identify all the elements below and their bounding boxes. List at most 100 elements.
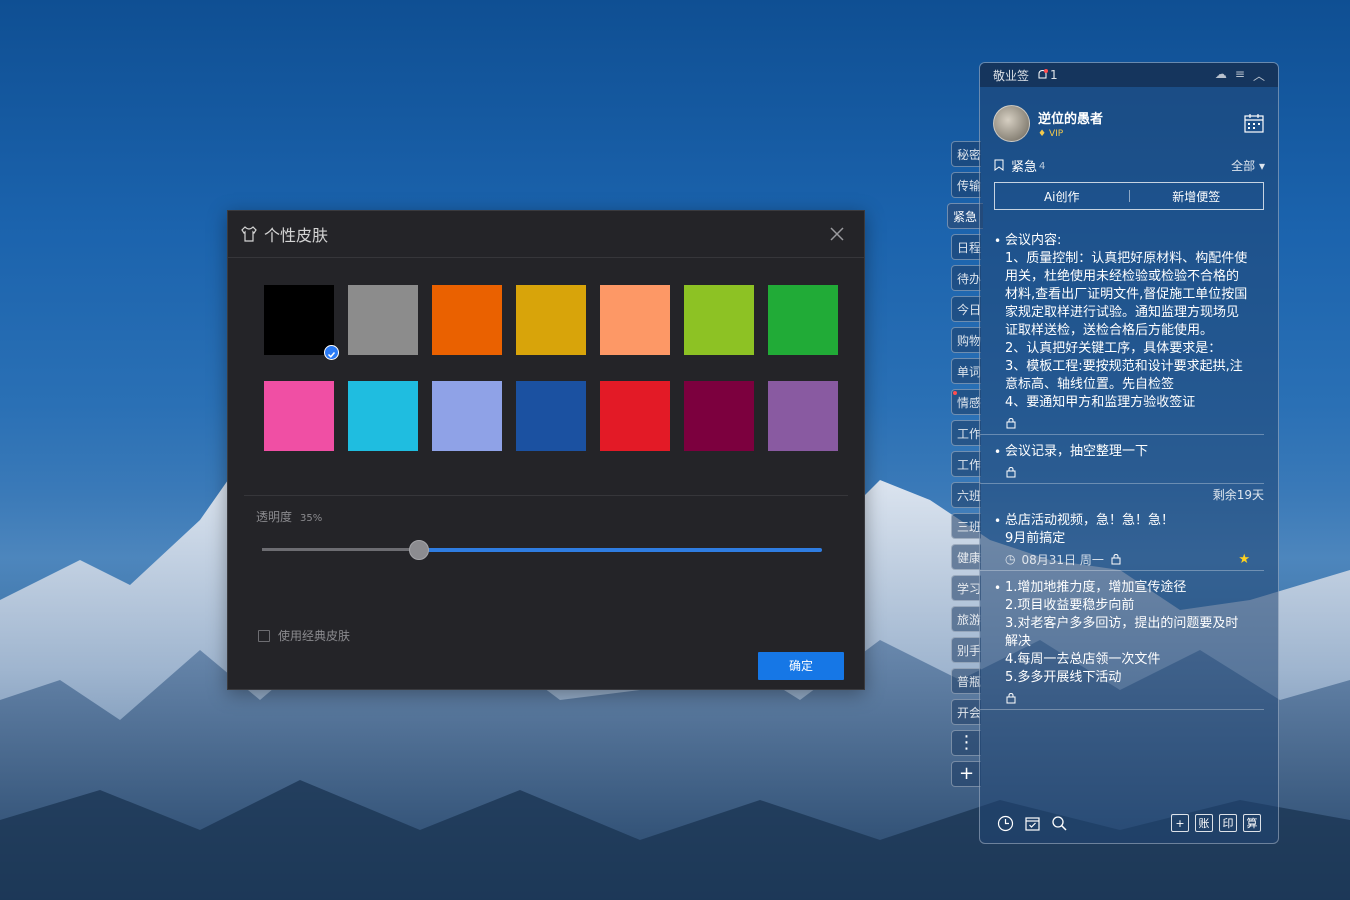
note-remaining-days: 剩余19天: [1212, 488, 1264, 502]
opacity-slider[interactable]: [262, 540, 822, 560]
classic-skin-checkbox[interactable]: [258, 629, 270, 642]
collapse-icon[interactable]: ︿: [1253, 67, 1265, 84]
category-tab[interactable]: 今日: [951, 296, 981, 322]
star-icon[interactable]: ★: [1238, 552, 1250, 567]
account-icon[interactable]: 账: [1195, 814, 1213, 832]
category-tab[interactable]: 日程: [951, 234, 981, 260]
print-icon[interactable]: 印: [1219, 814, 1237, 832]
color-swatch[interactable]: [264, 285, 339, 360]
category-tab[interactable]: 待办: [951, 265, 981, 291]
classic-skin-label: 使用经典皮肤: [278, 629, 351, 643]
task-calendar-icon[interactable]: [1024, 815, 1041, 832]
color-swatch[interactable]: [768, 381, 838, 451]
note-text: 总店活动视频，急！急！急！ 9月前搞定: [1005, 513, 1175, 546]
skin-dialog: 个性皮肤 透明度 35% 使用经典皮肤 确定: [227, 210, 865, 690]
opacity-value: 35%: [300, 513, 323, 524]
bookmark-icon: [994, 159, 1004, 171]
slider-track[interactable]: [419, 548, 822, 552]
category-tab[interactable]: 工作: [951, 451, 981, 477]
category-tab[interactable]: 传输: [951, 172, 981, 198]
reminder-badge[interactable]: 1: [1037, 68, 1058, 82]
slider-thumb[interactable]: [409, 540, 429, 560]
filter-label: 紧急: [1011, 159, 1038, 175]
action-bar: Ai创作 新增便签: [994, 182, 1264, 210]
category-tab[interactable]: 旅游: [951, 606, 981, 632]
bell-icon: [1038, 69, 1049, 79]
lock-icon: [1111, 553, 1121, 565]
category-tab[interactable]: 别手: [951, 637, 981, 663]
color-swatch[interactable]: [600, 285, 670, 355]
dialog-header[interactable]: 个性皮肤: [228, 211, 864, 258]
ai-create-button[interactable]: Ai创作: [995, 188, 1129, 205]
note-item[interactable]: • 会议记录，抽空整理一下: [980, 435, 1264, 484]
lock-icon: [1006, 466, 1016, 478]
add-note-icon[interactable]: +: [1171, 814, 1189, 832]
color-swatch[interactable]: [432, 285, 502, 355]
dialog-divider: [244, 495, 848, 496]
color-swatch[interactable]: [516, 381, 586, 451]
color-swatch[interactable]: [600, 381, 670, 451]
filter-count: 4: [1039, 161, 1046, 172]
note-bullet: •: [994, 581, 1002, 595]
avatar[interactable]: [993, 104, 1030, 142]
filter-row: 紧急 4 全部 ▾: [980, 155, 1278, 175]
color-swatch[interactable]: [348, 381, 418, 451]
new-note-button[interactable]: 新增便签: [1130, 188, 1264, 205]
note-meta: [994, 412, 1250, 434]
calculate-icon[interactable]: 算: [1243, 814, 1261, 832]
color-swatch[interactable]: [516, 285, 586, 355]
note-bullet: •: [994, 445, 1002, 459]
close-icon[interactable]: [828, 225, 846, 243]
note-date: 08月31日 周一: [1021, 552, 1104, 567]
shirt-icon: [241, 226, 257, 242]
bottom-tools: + 账印算: [1171, 814, 1261, 832]
user-profile: 逆位的愚者 ♦ VIP: [980, 87, 1278, 149]
add-tab-button[interactable]: +: [951, 761, 981, 787]
color-swatch[interactable]: [768, 285, 838, 355]
menu-icon[interactable]: ≡: [1235, 67, 1245, 84]
category-tab[interactable]: 秘密: [951, 141, 981, 167]
category-tab[interactable]: 工作: [951, 420, 981, 446]
category-tab[interactable]: 健康: [951, 544, 981, 570]
search-icon[interactable]: [1051, 815, 1068, 832]
app-name: 敬业签: [993, 68, 1030, 83]
notes-list: • 会议内容: 1、质量控制：认真把好原材料、构配件使用关，杜绝使用未经检验或检验…: [980, 224, 1278, 710]
calendar-icon[interactable]: [1243, 112, 1265, 134]
note-bullet: •: [994, 234, 1002, 248]
classic-skin-option[interactable]: 使用经典皮肤: [258, 627, 350, 644]
note-text: 会议内容: 1、质量控制：认真把好原材料、构配件使用关，杜绝使用未经检验或检验不…: [1005, 233, 1248, 410]
selected-check-icon: [324, 345, 339, 360]
note-meta: [994, 461, 1250, 483]
category-tab[interactable]: 普瓶: [951, 668, 981, 694]
color-swatch[interactable]: [684, 381, 754, 451]
bell-count: 1: [1050, 68, 1058, 82]
user-name: 逆位的愚者: [1038, 111, 1104, 127]
color-swatch[interactable]: [432, 381, 502, 451]
confirm-button[interactable]: 确定: [758, 652, 844, 680]
note-item[interactable]: • 剩余19天 总店活动视频，急！急！急！ 9月前搞定 ◷ 08月31日 周一 ★: [980, 488, 1264, 571]
color-swatch-grid: [264, 285, 838, 451]
slider-track-filled: [262, 548, 419, 551]
color-swatch[interactable]: [264, 381, 334, 451]
clock-icon[interactable]: [997, 815, 1014, 832]
panel-titlebar[interactable]: 敬业签 1 ☁ ≡ ︿: [980, 63, 1278, 87]
filter-all-dropdown[interactable]: 全部 ▾: [1231, 157, 1265, 174]
cloud-sync-icon[interactable]: ☁: [1215, 67, 1227, 84]
category-tab[interactable]: 开会: [951, 699, 981, 725]
more-tabs-button[interactable]: ⋮: [951, 730, 981, 756]
category-tab[interactable]: 学习: [951, 575, 981, 601]
category-tab[interactable]: 购物: [951, 327, 981, 353]
note-meta: ◷ 08月31日 周一 ★: [994, 548, 1250, 570]
note-item[interactable]: • 1.增加地推力度，增加宣传途径 2.项目收益要稳步向前 3.对老客户多多回访，…: [980, 571, 1264, 710]
category-tab[interactable]: 紧急: [947, 203, 983, 229]
note-item[interactable]: • 会议内容: 1、质量控制：认真把好原材料、构配件使用关，杜绝使用未经检验或检验…: [980, 224, 1264, 435]
notes-panel: 敬业签 1 ☁ ≡ ︿ 逆位的愚者 ♦ VIP 紧急 4 全部 ▾ Ai创作 新…: [979, 62, 1279, 844]
category-tab[interactable]: 六班: [951, 482, 981, 508]
category-tab[interactable]: 三班: [951, 513, 981, 539]
dialog-title: 个性皮肤: [264, 226, 329, 245]
color-swatch[interactable]: [684, 285, 754, 355]
color-swatch[interactable]: [348, 285, 418, 355]
category-tab[interactable]: 单词: [951, 358, 981, 384]
category-tab[interactable]: 情感: [951, 389, 981, 415]
note-clock-icon: ◷: [1005, 552, 1016, 566]
